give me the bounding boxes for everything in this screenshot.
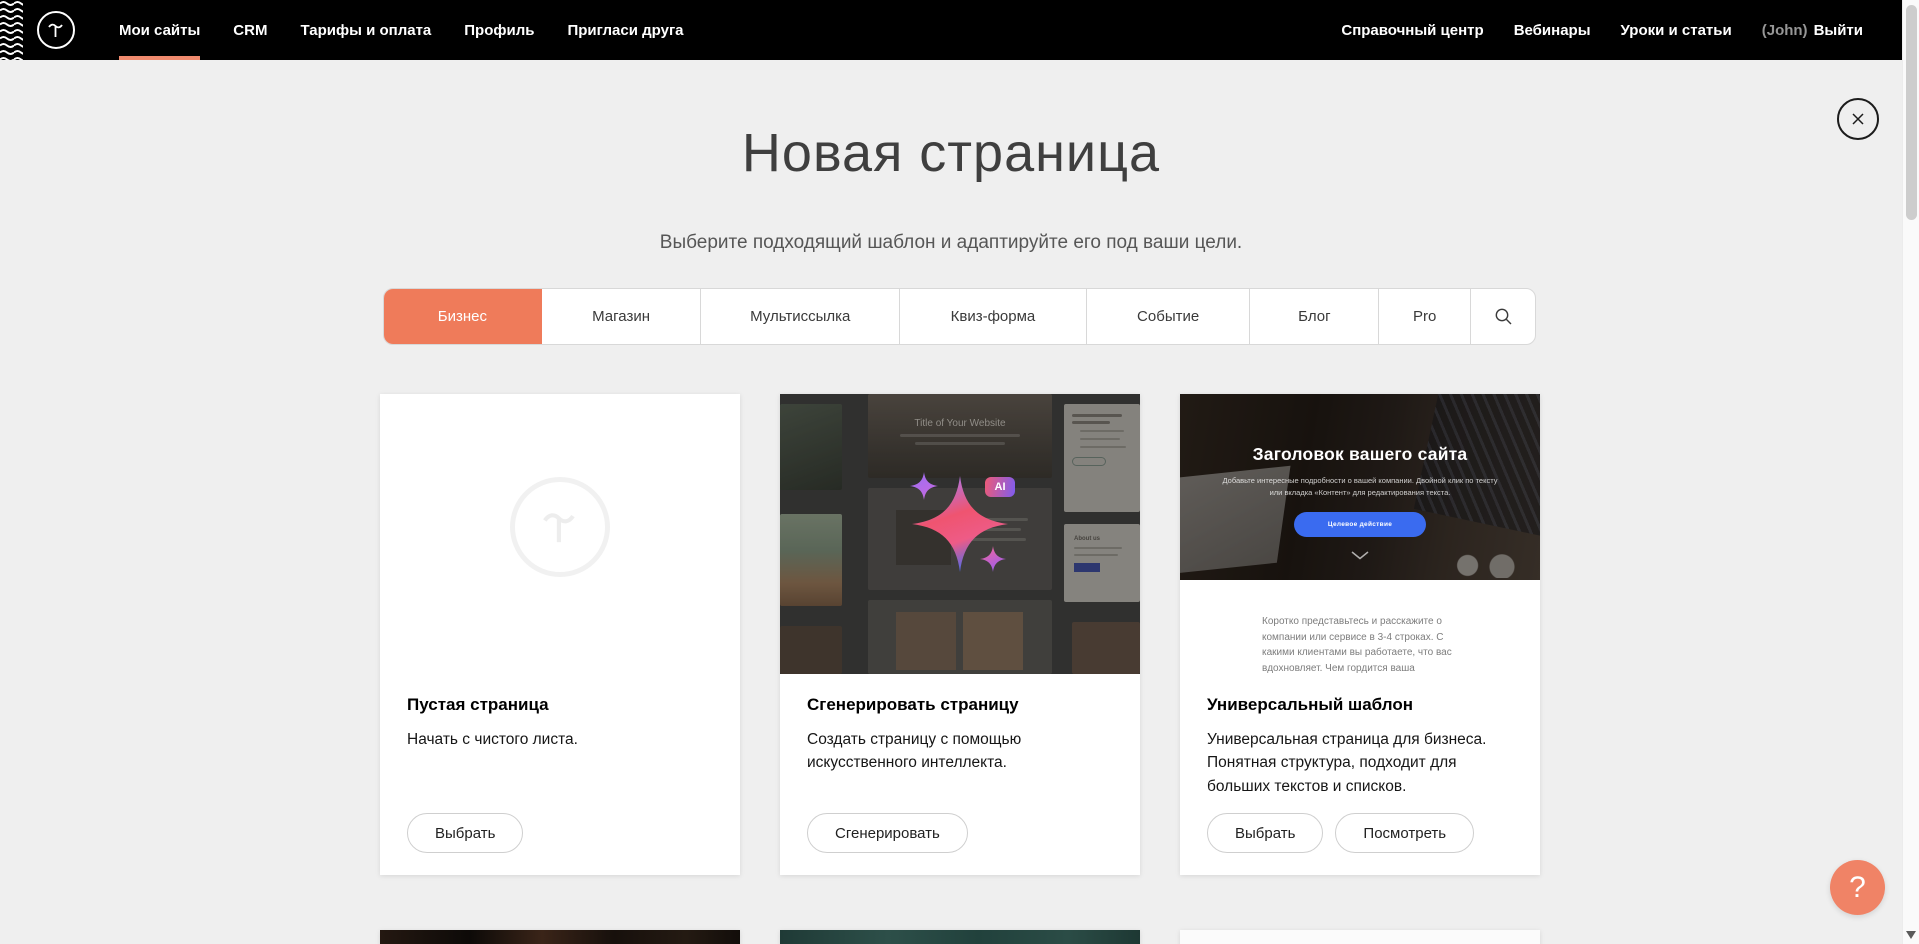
ai-sparkle-small-icon (910, 472, 938, 500)
card-preview-blank (380, 394, 740, 674)
tab-blog[interactable]: Блог (1250, 289, 1379, 344)
card-description: Начать с чистого листа. (407, 728, 713, 751)
tab-business[interactable]: Бизнес (384, 289, 542, 344)
card-preview-ai: Title of Your Website (780, 394, 1140, 674)
tab-quiz-form[interactable]: Квиз-форма (900, 289, 1087, 344)
tab-store[interactable]: Магазин (542, 289, 702, 344)
card-preview-universal: Заголовок вашего сайта Добавьте интересн… (1180, 394, 1540, 674)
scrollbar[interactable] (1902, 0, 1919, 944)
nav-item-help-center[interactable]: Справочный центр (1341, 0, 1483, 60)
choose-button[interactable]: Выбрать (407, 813, 523, 853)
preview-hero: Заголовок вашего сайта Добавьте интересн… (1180, 394, 1540, 580)
choose-button[interactable]: Выбрать (1207, 813, 1323, 853)
card-title: Пустая страница (407, 695, 713, 715)
card-description: Универсальная страница для бизнеса. Поня… (1207, 728, 1513, 798)
nav-item-my-sites[interactable]: Мои сайты (119, 0, 200, 60)
nav-item-crm[interactable]: CRM (233, 0, 267, 60)
user-name: (John) (1762, 22, 1808, 39)
preview-body-text: Коротко представьтесь и расскажите о ком… (1262, 614, 1458, 674)
ai-badge: AI (985, 477, 1015, 497)
preview-button[interactable]: Посмотреть (1335, 813, 1474, 853)
help-button[interactable]: ? (1830, 860, 1885, 915)
nav-item-invite-friend[interactable]: Пригласи друга (567, 0, 683, 60)
preview-hero-title: Заголовок вашего сайта (1180, 394, 1540, 465)
template-card-partial (780, 930, 1140, 944)
tab-pro[interactable]: Pro (1379, 289, 1471, 344)
template-category-tabs: Бизнес Магазин Мультиссылка Квиз-форма С… (383, 288, 1536, 345)
tab-event[interactable]: Событие (1087, 289, 1251, 344)
zigzag-pattern-icon (0, 0, 23, 60)
nav-item-tariffs[interactable]: Тарифы и оплата (300, 0, 431, 60)
preview-hero-text: Добавьте интересные подробности о вашей … (1220, 475, 1501, 499)
main-nav: Мои сайты CRM Тарифы и оплата Профиль Пр… (119, 0, 684, 60)
scroll-down-arrow[interactable] (1906, 931, 1916, 939)
preview-cta-button: Целевое действие (1294, 512, 1426, 537)
chevron-down-icon (1351, 551, 1369, 560)
tab-search[interactable] (1471, 289, 1535, 344)
nav-item-lessons[interactable]: Уроки и статьи (1621, 0, 1732, 60)
card-title: Универсальный шаблон (1207, 695, 1513, 715)
search-icon (1493, 306, 1514, 327)
logout-label: Выйти (1814, 22, 1863, 39)
template-card-ai-generate: Title of Your Website (780, 394, 1140, 875)
generate-button[interactable]: Сгенерировать (807, 813, 968, 853)
card-description: Создать страницу с помощью искусственног… (807, 728, 1113, 775)
template-card-blank: Пустая страница Начать с чистого листа. … (380, 394, 740, 875)
nav-item-webinars[interactable]: Вебинары (1514, 0, 1591, 60)
card-title: Сгенерировать страницу (807, 695, 1113, 715)
logout-link[interactable]: (John) Выйти (1762, 0, 1863, 60)
header: Мои сайты CRM Тарифы и оплата Профиль Пр… (0, 0, 1919, 60)
template-card-partial (1180, 930, 1540, 944)
ai-sparkle-small-icon (980, 546, 1006, 572)
template-card-universal: Заголовок вашего сайта Добавьте интересн… (1180, 394, 1540, 875)
page-subtitle: Выберите подходящий шаблон и адаптируйте… (0, 232, 1902, 254)
page-title: Новая страница (0, 122, 1902, 184)
new-page-screen: Мои сайты CRM Тарифы и оплата Профиль Пр… (0, 0, 1919, 944)
secondary-nav: Справочный центр Вебинары Уроки и статьи… (1341, 0, 1919, 60)
nav-item-profile[interactable]: Профиль (464, 0, 534, 60)
template-card-partial (380, 930, 740, 944)
tilda-logo-icon (44, 18, 68, 42)
tilda-watermark-icon (510, 477, 610, 577)
scrollbar-thumb[interactable] (1906, 5, 1917, 220)
tab-multilink[interactable]: Мультиссылка (701, 289, 900, 344)
tilda-logo[interactable] (37, 11, 75, 49)
